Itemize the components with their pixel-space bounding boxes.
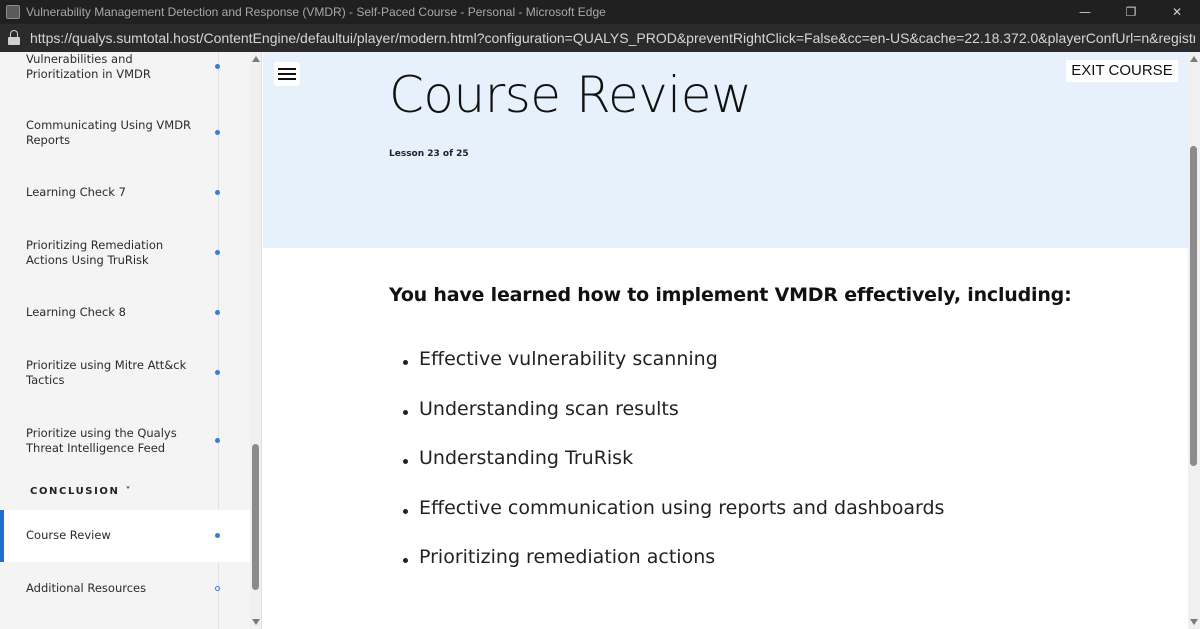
complete-dot-icon: [215, 533, 220, 538]
close-icon[interactable]: ✕: [1154, 0, 1200, 24]
course-outline-sidebar: Vulnerabilities and Prioritization in VM…: [0, 52, 250, 629]
scroll-thumb[interactable]: [1190, 146, 1197, 466]
list-item: Effective vulnerability scanning: [389, 348, 1089, 398]
exit-course-button[interactable]: EXIT COURSE: [1066, 60, 1178, 82]
complete-dot-icon: [215, 130, 220, 135]
outline-item[interactable]: Learning Check 7: [0, 176, 250, 210]
list-item: Understanding scan results: [389, 398, 1089, 448]
outline-item[interactable]: Communicating Using VMDR Reports: [0, 112, 250, 152]
hamburger-menu-icon[interactable]: [274, 62, 300, 86]
scroll-up-arrow-icon[interactable]: [1190, 56, 1198, 62]
scroll-thumb[interactable]: [252, 444, 259, 590]
lesson-counter: Lesson 23 of 25: [389, 149, 469, 159]
minimize-icon[interactable]: —: [1062, 0, 1108, 24]
complete-dot-icon: [215, 370, 220, 375]
outline-item-label: Communicating Using VMDR Reports: [26, 118, 192, 147]
sidebar-scrollbar[interactable]: [250, 52, 262, 629]
outline-item-label: Learning Check 7: [26, 185, 126, 199]
intro-text: You have learned how to implement VMDR e…: [389, 284, 1072, 306]
outline-item[interactable]: Additional Resources: [0, 568, 250, 608]
list-item: Effective communication using reports an…: [389, 497, 1089, 547]
outline-item[interactable]: Learning Check 8: [0, 296, 250, 330]
outline-item[interactable]: Prioritize using Mitre Att&ck Tactics: [0, 352, 250, 392]
list-item: Prioritizing remediation actions: [389, 546, 1089, 596]
complete-dot-icon: [215, 250, 220, 255]
outline-item-label: Additional Resources: [26, 581, 147, 595]
complete-dot-icon: [215, 438, 220, 443]
section-label: CONCLUSION: [30, 486, 120, 497]
lesson-header: EXIT COURSE Course Review Lesson 23 of 2…: [263, 52, 1188, 248]
complete-dot-icon: [215, 190, 220, 195]
page-title: Course Review: [389, 66, 752, 124]
outline-item-label: Prioritize using Mitre Att&ck Tactics: [26, 358, 187, 387]
outline-item-label: Prioritize using the Qualys Threat Intel…: [26, 426, 177, 455]
complete-dot-icon: [215, 64, 220, 69]
outline-item-label: Learning Check 8: [26, 305, 126, 319]
summary-list: Effective vulnerability scanning Underst…: [389, 348, 1089, 596]
outline-item[interactable]: Prioritize using the Qualys Threat Intel…: [0, 420, 250, 460]
outline-item-label: Vulnerabilities and Prioritization in VM…: [26, 52, 151, 81]
active-indicator: [0, 510, 4, 562]
scroll-down-arrow-icon[interactable]: [1190, 619, 1198, 625]
window-title: Vulnerability Management Detection and R…: [26, 5, 606, 19]
lesson-content: EXIT COURSE Course Review Lesson 23 of 2…: [263, 52, 1188, 629]
outline-item-label: Course Review: [26, 528, 111, 542]
scroll-down-arrow-icon[interactable]: [252, 619, 260, 625]
lock-icon[interactable]: [8, 30, 20, 46]
window-title-bar: Vulnerability Management Detection and R…: [0, 0, 1200, 24]
scroll-up-arrow-icon[interactable]: [252, 56, 260, 62]
address-bar[interactable]: https://qualys.sumtotal.host/ContentEngi…: [0, 24, 1200, 52]
app-icon: [6, 5, 20, 19]
section-toggle-conclusion[interactable]: CONCLUSION ˅: [30, 486, 132, 497]
outline-item-label: Prioritizing Remediation Actions Using T…: [26, 238, 164, 267]
content-scrollbar[interactable]: [1188, 52, 1200, 629]
chevron-down-icon: ˅: [125, 486, 133, 497]
outline-item[interactable]: Prioritizing Remediation Actions Using T…: [0, 232, 250, 272]
complete-dot-icon: [215, 310, 220, 315]
incomplete-dot-icon: [215, 586, 220, 591]
restore-icon[interactable]: ❐: [1108, 0, 1154, 24]
list-item: Understanding TruRisk: [389, 447, 1089, 497]
window-controls: — ❐ ✕: [1062, 0, 1200, 24]
url-text[interactable]: https://qualys.sumtotal.host/ContentEngi…: [30, 30, 1195, 46]
outline-item[interactable]: Vulnerabilities and Prioritization in VM…: [0, 52, 250, 92]
outline-item-active[interactable]: Course Review: [0, 510, 250, 562]
